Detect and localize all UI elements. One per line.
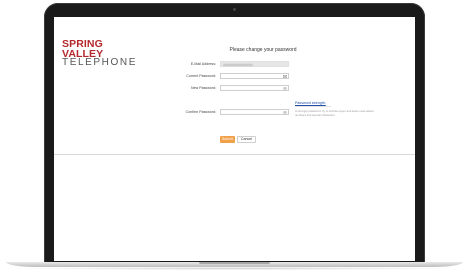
email-label: E-Mail Address: bbox=[190, 62, 216, 66]
form-title: Please change your password bbox=[229, 47, 297, 53]
logo-line-1: SPRING VALLEY bbox=[62, 38, 104, 60]
obscured-email-value bbox=[223, 64, 253, 66]
submit-button[interactable]: Submit bbox=[220, 136, 235, 143]
password-strength-bar bbox=[295, 106, 331, 107]
laptop-base-notch bbox=[199, 262, 270, 264]
laptop-screen: SPRING VALLEY TELEPHONE Please change yo… bbox=[54, 17, 415, 261]
page-divider bbox=[54, 154, 415, 155]
eye-icon[interactable] bbox=[283, 111, 287, 114]
current-password-label: Current Password: bbox=[186, 74, 216, 78]
password-hint-text: A stronger password: try to include uppe… bbox=[295, 109, 375, 117]
laptop-shadow bbox=[10, 267, 459, 270]
new-password-field[interactable] bbox=[220, 85, 289, 91]
logo-line-2: TELEPHONE bbox=[62, 57, 137, 68]
cancel-button[interactable]: Cancel bbox=[237, 136, 256, 143]
confirm-password-field[interactable] bbox=[220, 109, 289, 115]
company-logo: SPRING VALLEY TELEPHONE bbox=[62, 39, 140, 68]
keyboard-icon[interactable] bbox=[283, 75, 287, 78]
page-header-area: SPRING VALLEY TELEPHONE Please change yo… bbox=[54, 17, 415, 154]
email-field bbox=[220, 61, 289, 67]
new-password-label: New Password: bbox=[191, 86, 216, 90]
eye-icon[interactable] bbox=[283, 87, 287, 90]
confirm-password-label: Confirm Password: bbox=[185, 110, 216, 114]
current-password-field[interactable] bbox=[220, 73, 289, 79]
webcam bbox=[233, 8, 236, 11]
password-strength-link[interactable]: Password strength: bbox=[295, 101, 326, 105]
